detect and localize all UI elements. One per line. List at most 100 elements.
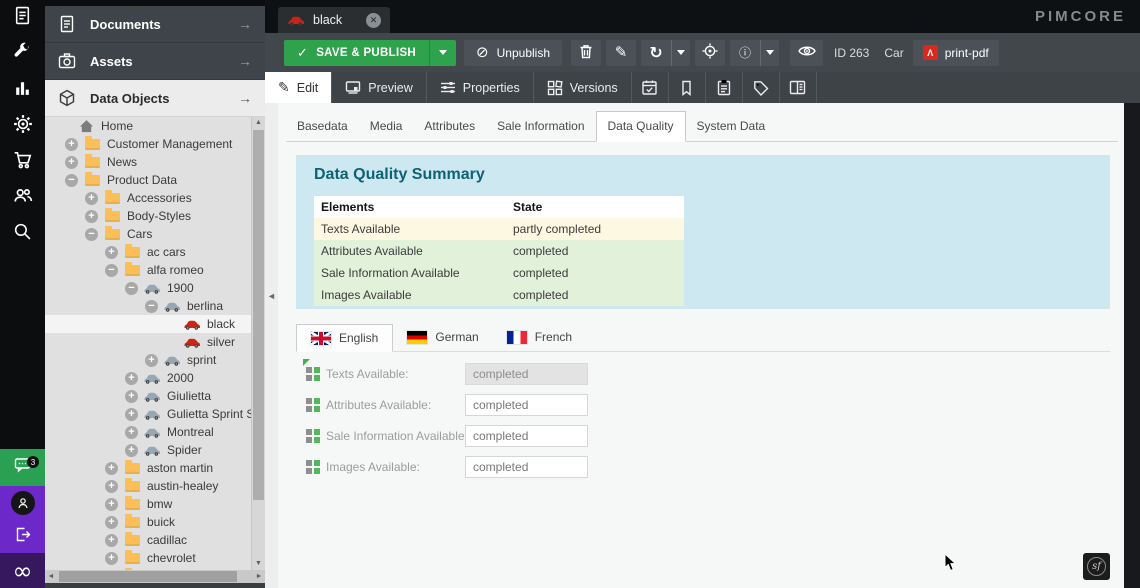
tree-expander-icon[interactable] bbox=[85, 228, 98, 241]
tree-expander-icon[interactable] bbox=[145, 300, 158, 313]
tree-node[interactable]: cadillac bbox=[45, 531, 251, 549]
symfony-debug-badge[interactable]: sf bbox=[1083, 553, 1110, 580]
tree-node[interactable]: 2000 bbox=[45, 369, 251, 387]
accordion-section-header[interactable]: Documents → bbox=[45, 6, 265, 43]
tree-node[interactable]: alfa romeo bbox=[45, 261, 251, 279]
panel-splitter[interactable]: ◄ bbox=[265, 103, 278, 588]
documents-rail-button[interactable] bbox=[0, 0, 45, 36]
scroll-right-arrow[interactable]: ► bbox=[253, 573, 265, 580]
tree-node[interactable]: Home bbox=[45, 117, 251, 135]
tree-node[interactable]: 1900 bbox=[45, 279, 251, 297]
tree-node[interactable]: sprint bbox=[45, 351, 251, 369]
delete-button[interactable] bbox=[571, 40, 601, 66]
tree-vertical-scrollbar[interactable]: ▲ ▼ bbox=[251, 117, 265, 570]
locate-in-tree-button[interactable] bbox=[695, 40, 725, 66]
close-tab-icon[interactable]: ✕ bbox=[366, 13, 381, 28]
object-icon-tab[interactable] bbox=[632, 72, 669, 103]
object-tab[interactable]: ✎ Versions bbox=[534, 72, 632, 103]
scroll-left-arrow[interactable]: ◄ bbox=[45, 573, 57, 580]
reload-dropdown-caret[interactable] bbox=[671, 40, 690, 66]
save-publish-button[interactable]: ✓SAVE & PUBLISH bbox=[284, 40, 456, 66]
data-subtab[interactable]: Basedata bbox=[286, 112, 359, 141]
tree-node[interactable]: News bbox=[45, 153, 251, 171]
tree-expander-icon[interactable] bbox=[105, 552, 118, 565]
language-tab[interactable]: German bbox=[393, 323, 492, 351]
tree-expander-icon[interactable] bbox=[105, 246, 118, 259]
tree-node[interactable]: Customer Management bbox=[45, 135, 251, 153]
tree-expander-icon[interactable] bbox=[125, 390, 138, 403]
tree-horizontal-scrollbar[interactable]: ◄ ► bbox=[45, 570, 265, 583]
field-input[interactable]: completed bbox=[465, 456, 588, 478]
tree-expander-icon[interactable] bbox=[125, 444, 138, 457]
profile-button[interactable] bbox=[0, 486, 45, 520]
settings-rail-button[interactable] bbox=[0, 108, 45, 144]
tree-expander-icon[interactable] bbox=[85, 192, 98, 205]
tree-node[interactable]: bmw bbox=[45, 495, 251, 513]
save-dropdown-caret[interactable] bbox=[429, 40, 456, 66]
tree-expander-icon[interactable] bbox=[65, 138, 78, 151]
object-icon-tab[interactable] bbox=[743, 72, 780, 103]
users-rail-button[interactable] bbox=[0, 180, 45, 216]
tree-node[interactable]: black bbox=[45, 315, 251, 333]
print-pdf-button[interactable]: Λ print-pdf bbox=[913, 40, 999, 66]
object-icon-tab[interactable] bbox=[780, 72, 817, 103]
tree-expander-icon[interactable] bbox=[105, 516, 118, 529]
tree-expander-icon[interactable] bbox=[145, 354, 158, 367]
vertical-scroll-thumb[interactable] bbox=[253, 130, 264, 500]
tree-node[interactable]: Montreal bbox=[45, 423, 251, 441]
ecommerce-rail-button[interactable] bbox=[0, 144, 45, 180]
tree-node[interactable]: Product Data bbox=[45, 171, 251, 189]
horizontal-scroll-thumb[interactable] bbox=[59, 571, 237, 582]
tree-node[interactable]: Giulietta bbox=[45, 387, 251, 405]
tree-node[interactable]: silver bbox=[45, 333, 251, 351]
reload-button[interactable]: ↻ bbox=[641, 40, 690, 66]
field-input[interactable]: completed bbox=[465, 363, 588, 385]
open-tab-black[interactable]: black ✕ bbox=[278, 7, 390, 33]
data-subtab[interactable]: Media bbox=[359, 112, 414, 141]
tree-expander-icon[interactable] bbox=[125, 426, 138, 439]
data-subtab[interactable]: Data Quality bbox=[596, 111, 686, 142]
tools-rail-button[interactable] bbox=[0, 36, 45, 72]
scroll-up-arrow[interactable]: ▲ bbox=[252, 117, 265, 129]
tree-node[interactable]: aston martin bbox=[45, 459, 251, 477]
open-preview-button[interactable] bbox=[790, 40, 823, 66]
search-rail-button[interactable] bbox=[0, 216, 45, 252]
object-tab[interactable]: ✎ Edit bbox=[265, 72, 332, 103]
tree-node[interactable]: Cars bbox=[45, 225, 251, 243]
tree-node[interactable]: ac cars bbox=[45, 243, 251, 261]
language-tab[interactable]: English bbox=[296, 324, 393, 352]
object-tab[interactable]: ✎ Properties bbox=[427, 72, 534, 103]
tree-node[interactable]: chevrolet bbox=[45, 549, 251, 567]
tree-node[interactable]: buick bbox=[45, 513, 251, 531]
data-subtab[interactable]: Sale Information bbox=[486, 112, 595, 141]
tree-node[interactable]: Gulietta Sprint Specia bbox=[45, 405, 251, 423]
data-subtab[interactable]: Attributes bbox=[413, 112, 486, 141]
tree-node[interactable]: Accessories bbox=[45, 189, 251, 207]
field-input[interactable]: completed bbox=[465, 394, 588, 416]
tree-node[interactable]: austin-healey bbox=[45, 477, 251, 495]
scroll-down-arrow[interactable]: ▼ bbox=[252, 558, 265, 570]
info-dropdown-caret[interactable] bbox=[760, 40, 779, 66]
logout-button[interactable] bbox=[0, 520, 45, 553]
rename-button[interactable]: ✎ bbox=[606, 40, 636, 66]
accordion-section-header[interactable]: Assets → bbox=[45, 43, 265, 80]
tree-node[interactable]: Spider bbox=[45, 441, 251, 459]
tree-expander-icon[interactable] bbox=[105, 264, 118, 277]
tree-node[interactable]: berlina bbox=[45, 297, 251, 315]
info-button[interactable]: ⓘ bbox=[730, 40, 779, 66]
unpublish-button[interactable]: ⊘ Unpublish bbox=[464, 40, 562, 66]
tree-expander-icon[interactable] bbox=[65, 156, 78, 169]
tree-expander-icon[interactable] bbox=[125, 282, 138, 295]
object-icon-tab[interactable] bbox=[669, 72, 706, 103]
reports-rail-button[interactable] bbox=[0, 72, 45, 108]
tree-expander-icon[interactable] bbox=[105, 480, 118, 493]
object-icon-tab[interactable] bbox=[706, 72, 743, 103]
data-subtab[interactable]: System Data bbox=[686, 112, 777, 141]
tree-expander-icon[interactable] bbox=[65, 174, 78, 187]
accordion-section-header[interactable]: Data Objects → bbox=[45, 80, 265, 117]
tree-expander-icon[interactable] bbox=[85, 210, 98, 223]
tree-node[interactable]: Body-Styles bbox=[45, 207, 251, 225]
tree-expander-icon[interactable] bbox=[105, 534, 118, 547]
object-tab[interactable]: ✎ Preview bbox=[332, 72, 426, 103]
tree-expander-icon[interactable] bbox=[105, 498, 118, 511]
